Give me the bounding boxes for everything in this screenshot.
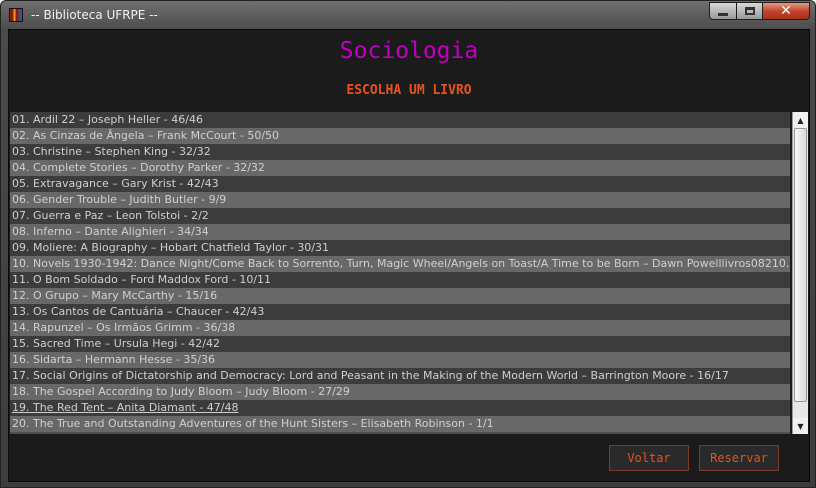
minimize-icon [718,12,728,16]
list-item[interactable]: 17. Social Origins of Dictatorship and D… [10,368,790,384]
list-item[interactable]: 13. Os Cantos de Cantuária – Chaucer - 4… [10,304,790,320]
minimize-button[interactable] [709,2,737,20]
app-window: -- Biblioteca UFRPE -- ✕ Sociologia ESCO… [0,0,816,488]
maximize-icon [744,7,755,15]
list-item[interactable]: 04. Complete Stories – Dorothy Parker - … [10,160,790,176]
list-item[interactable]: 02. As Cinzas de Ângela – Frank McCourt … [10,128,790,144]
list-item[interactable]: 10. Novels 1930-1942: Dance Night/Come B… [10,256,790,272]
list-item[interactable]: 18. The Gospel According to Judy Bloom –… [10,384,790,400]
books-icon [9,8,23,22]
list-item[interactable]: 12. O Grupo – Mary McCarthy - 15/16 [10,288,790,304]
page-title: Sociologia [339,38,479,64]
list-item[interactable]: 19. The Red Tent – Anita Diamant - 47/48 [10,400,790,416]
page-subtitle: ESCOLHA UM LIVRO [346,83,472,98]
list-item[interactable]: 09. Moliere: A Biography – Hobart Chatfi… [10,240,790,256]
main-panel: Sociologia ESCOLHA UM LIVRO 01. Ardil 22… [8,29,810,482]
title-bar[interactable]: -- Biblioteca UFRPE -- ✕ [1,1,815,29]
scroll-down-button[interactable]: ▼ [793,418,808,434]
close-icon: ✕ [780,3,792,19]
window-title: -- Biblioteca UFRPE -- [31,8,158,22]
scrollbar-thumb[interactable] [794,128,807,402]
scroll-up-button[interactable]: ▲ [793,112,808,128]
list-item[interactable]: 03. Christine – Stephen King - 32/32 [10,144,790,160]
list-item[interactable]: 05. Extravagance – Gary Krist - 42/43 [10,176,790,192]
list-item[interactable]: 06. Gender Trouble – Judith Butler - 9/9 [10,192,790,208]
arrow-down-icon: ▼ [797,421,804,431]
list-item[interactable]: 15. Sacred Time – Ursula Hegi - 42/42 [10,336,790,352]
list-item[interactable]: 01. Ardil 22 – Joseph Heller - 46/46 [10,112,790,128]
list-item[interactable]: 07. Guerra e Paz – Leon Tolstoi - 2/2 [10,208,790,224]
maximize-button[interactable] [736,2,763,20]
list-item[interactable]: 08. Inferno – Dante Alighieri - 34/34 [10,224,790,240]
close-button[interactable]: ✕ [762,2,810,20]
list-item[interactable]: 14. Rapunzel – Os Irmãos Grimm - 36/38 [10,320,790,336]
list-item[interactable]: 11. O Bom Soldado – Ford Maddox Ford - 1… [10,272,790,288]
reserve-button[interactable]: Reservar [699,445,779,471]
list-item[interactable]: 20. The True and Outstanding Adventures … [10,416,790,432]
list-scrollbar[interactable]: ▲ ▼ [792,112,808,434]
list-item[interactable]: 16. Sidarta – Hermann Hesse - 35/36 [10,352,790,368]
book-list[interactable]: 01. Ardil 22 – Joseph Heller - 46/46 02. … [10,112,790,434]
arrow-up-icon: ▲ [797,115,804,125]
back-button[interactable]: Voltar [609,445,689,471]
